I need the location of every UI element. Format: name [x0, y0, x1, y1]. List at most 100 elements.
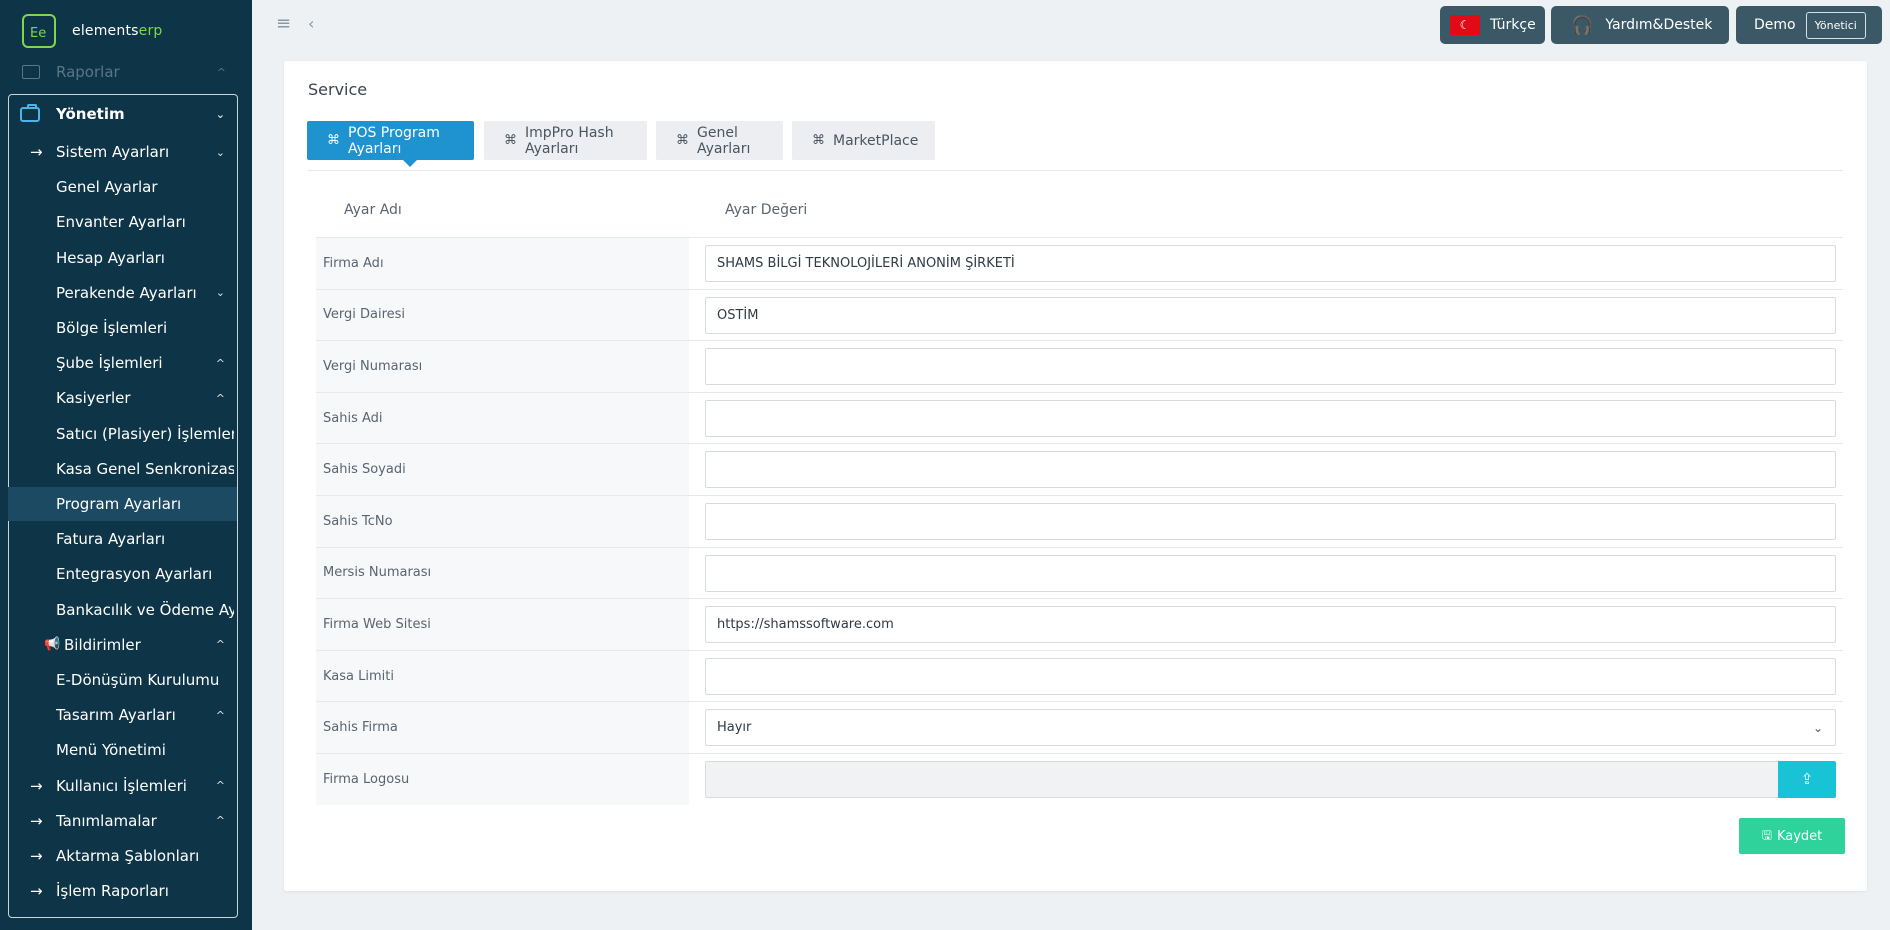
divider — [308, 170, 1843, 171]
setting-name: Vergi Dairesi — [316, 289, 689, 341]
sidebar-item-label: Entegrasyon Ayarları — [56, 565, 213, 584]
sidebar: Ee elementserp Raporlar ^ Yönetim ⌄ → Sis… — [0, 0, 252, 930]
setting-input[interactable] — [705, 348, 1836, 386]
tab-imppro-hash-ayarlari[interactable]: ⌘ ImpPro Hash Ayarları — [484, 121, 647, 160]
chevron-up-icon: ^ — [215, 638, 225, 652]
user-name: Demo — [1754, 17, 1796, 33]
chevron-down-icon: ⌄ — [215, 145, 225, 159]
setting-name: Vergi Numarası — [316, 341, 689, 392]
arrow-right-icon: → — [30, 776, 43, 795]
sidebar-item[interactable]: Satıcı (Plasiyer) İşlemleri — [8, 417, 237, 451]
sidebar-item[interactable]: Fatura Ayarları — [8, 522, 237, 556]
user-menu-button[interactable]: Demo Yönetici — [1736, 6, 1882, 44]
sidebar-item-label: Tanımlamalar — [56, 811, 157, 830]
sidebar-item-label: Raporlar — [56, 63, 120, 81]
sidebar-item-label: Sistem Ayarları — [56, 143, 170, 161]
sidebar-item-label: Genel Ayarlar — [56, 178, 158, 197]
sidebar-item-label: Kasiyerler — [56, 389, 131, 408]
upload-icon[interactable]: ⇪ — [1778, 760, 1836, 798]
table-row: Sahis Firma Hayır ⌄ — [316, 701, 1843, 753]
sidebar-item-label: E-Dönüşüm Kurulumu — [56, 671, 220, 689]
table-row: Vergi Numarası — [316, 340, 1843, 392]
table-row: Sahis TcNo — [316, 494, 1843, 547]
briefcase-icon — [20, 103, 40, 122]
sidebar-item[interactable]: E-Dönüşüm Kurulumu — [8, 663, 237, 697]
setting-input[interactable]: SHAMS BİLGİ TEKNOLOJİLERİ ANONİM ŞİRKETİ — [705, 245, 1836, 282]
sidebar-item[interactable]: Envanter Ayarları — [8, 205, 237, 239]
select-value: Hayır — [717, 720, 752, 736]
tab-pos-program-ayarlari[interactable]: ⌘ POS Program Ayarları — [307, 121, 474, 160]
brand-name-prefix: elements — [72, 23, 139, 39]
map-icon — [22, 65, 40, 79]
sidebar-item-label: İşlem Raporları — [56, 882, 169, 901]
table-row: Sahis Soyadi — [316, 443, 1843, 495]
sidebar-item-label: Perakende Ayarları — [56, 283, 197, 302]
sidebar-item-label: Kasa Genel Senkronizasyonu — [56, 459, 234, 478]
hamburger-icon[interactable]: ≡ — [276, 15, 292, 33]
sidebar-item[interactable]: Kasiyerler ^ — [8, 381, 237, 415]
sidebar-item[interactable]: → Kullanıcı İşlemleri ^ — [8, 769, 237, 803]
save-icon: 🖫 — [1761, 827, 1772, 842]
sidebar-item[interactable]: Bölge İşlemleri — [8, 311, 237, 345]
support-label: Yardım&Destek — [1605, 17, 1713, 33]
table-row: Firma Logosu ⇪ — [316, 752, 1843, 805]
tab-label: MarketPlace — [833, 132, 919, 149]
settings-card: Service ⌘ POS Program Ayarları ⌘ ImpPro … — [284, 61, 1867, 891]
tab-marketplace[interactable]: ⌘ MarketPlace — [792, 121, 935, 160]
sidebar-item[interactable]: Genel Ayarlar — [8, 170, 237, 204]
save-button[interactable]: 🖫 Kaydet — [1739, 818, 1845, 854]
table-row: Kasa Limiti — [316, 649, 1843, 702]
sidebar-item[interactable]: Kasa Genel Senkronizasyonu — [8, 452, 237, 486]
sidebar-item[interactable]: → Sistem Ayarları ⌄ — [8, 135, 237, 169]
sidebar-section-label: Yönetim — [56, 105, 125, 123]
sidebar-item-yonetim[interactable]: Yönetim ⌄ — [8, 97, 237, 131]
sidebar-item[interactable]: → Tanımlamalar ^ — [8, 804, 237, 838]
arrow-right-icon: → — [30, 143, 43, 161]
brand-name: elementserp — [72, 23, 162, 39]
setting-name: Sahis Firma — [316, 702, 689, 753]
setting-name: Sahis TcNo — [316, 495, 689, 547]
chevron-left-icon[interactable]: ‹ — [308, 14, 314, 33]
chevron-down-icon: ⌄ — [215, 286, 225, 300]
chevron-up-icon: ^ — [215, 356, 225, 370]
setting-name: Sahis Adi — [316, 392, 689, 444]
sidebar-item[interactable]: Entegrasyon Ayarları — [8, 557, 237, 591]
setting-select[interactable]: Hayır ⌄ — [705, 709, 1836, 747]
tab-genel-ayarlari[interactable]: ⌘ Genel Ayarları — [656, 121, 783, 160]
settings-table: Firma Adı SHAMS BİLGİ TEKNOLOJİLERİ ANONİ… — [316, 237, 1843, 805]
sidebar-item[interactable]: Program Ayarları — [8, 487, 237, 521]
setting-name: Kasa Limiti — [316, 650, 689, 702]
sidebar-item[interactable]: 📢 Bildirimler ^ — [8, 628, 237, 662]
sidebar-item[interactable]: → İşlem Raporları — [8, 874, 237, 908]
file-input[interactable]: ⇪ — [705, 760, 1836, 798]
sidebar-item[interactable]: Tasarım Ayarları ^ — [8, 698, 237, 732]
sidebar-item-label: Fatura Ayarları — [56, 530, 166, 549]
sidebar-item[interactable]: → Aktarma Şablonları — [8, 839, 237, 873]
sidebar-item-raporlar[interactable]: Raporlar ^ — [0, 61, 252, 83]
language-button[interactable]: ☾ Türkçe — [1440, 6, 1545, 44]
sidebar-item[interactable]: Perakende Ayarları ⌄ — [8, 276, 237, 310]
support-button[interactable]: 🎧 Yardım&Destek — [1551, 6, 1729, 44]
sidebar-item[interactable]: Şube İşlemleri ^ — [8, 346, 237, 380]
sidebar-item[interactable]: Menü Yönetimi — [8, 733, 237, 767]
sitemap-icon: ⌘ — [504, 133, 517, 148]
sitemap-icon: ⌘ — [812, 133, 825, 148]
arrow-right-icon: → — [30, 811, 43, 830]
setting-input[interactable] — [705, 554, 1836, 592]
setting-input[interactable] — [705, 399, 1836, 437]
sidebar-item[interactable]: Hesap Ayarları — [8, 241, 237, 275]
brand: Ee elementserp — [0, 0, 252, 62]
setting-input[interactable] — [705, 502, 1836, 540]
chevron-down-icon: ⌄ — [215, 107, 225, 121]
brand-name-suffix: erp — [138, 23, 163, 39]
setting-input[interactable] — [705, 451, 1836, 489]
setting-name: Sahis Soyadi — [316, 444, 689, 495]
sidebar-item-label: Envanter Ayarları — [56, 213, 186, 232]
setting-input[interactable]: OSTİM — [705, 296, 1836, 334]
sidebar-item[interactable]: Bankacılık ve Ödeme Ayarları — [8, 593, 237, 627]
setting-input[interactable]: https://shamssoftware.com — [705, 606, 1836, 644]
setting-input[interactable] — [705, 657, 1836, 695]
column-header-value: Ayar Değeri — [725, 202, 808, 218]
table-row: Mersis Numarası — [316, 546, 1843, 599]
arrow-right-icon: → — [30, 847, 43, 865]
